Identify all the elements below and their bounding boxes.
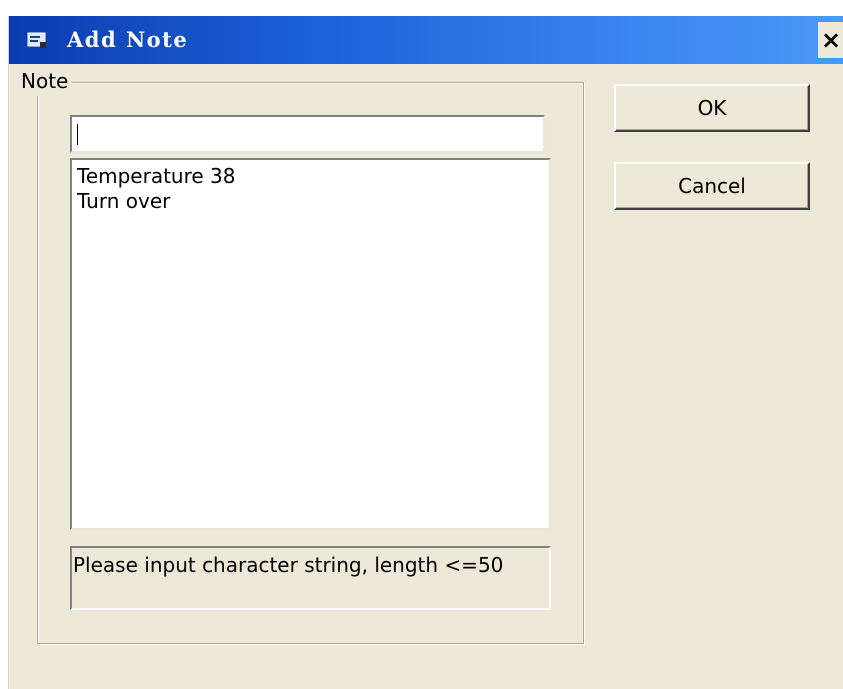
- list-item[interactable]: Turn over: [77, 189, 544, 214]
- list-item[interactable]: Temperature 38: [77, 164, 544, 189]
- note-history-list[interactable]: Temperature 38 Turn over: [70, 158, 551, 530]
- text-caret: [77, 124, 78, 145]
- title-bar[interactable]: Add Note ×: [9, 16, 843, 64]
- close-button[interactable]: ×: [818, 22, 843, 58]
- input-hint-text: Please input character string, length <=…: [70, 546, 551, 610]
- window-title: Add Note: [67, 27, 189, 52]
- note-group-label: Note: [17, 66, 73, 96]
- note-text-input[interactable]: [70, 115, 545, 153]
- note-app-icon: [27, 32, 46, 48]
- ok-button[interactable]: OK: [614, 84, 810, 132]
- cancel-button[interactable]: Cancel: [614, 162, 810, 210]
